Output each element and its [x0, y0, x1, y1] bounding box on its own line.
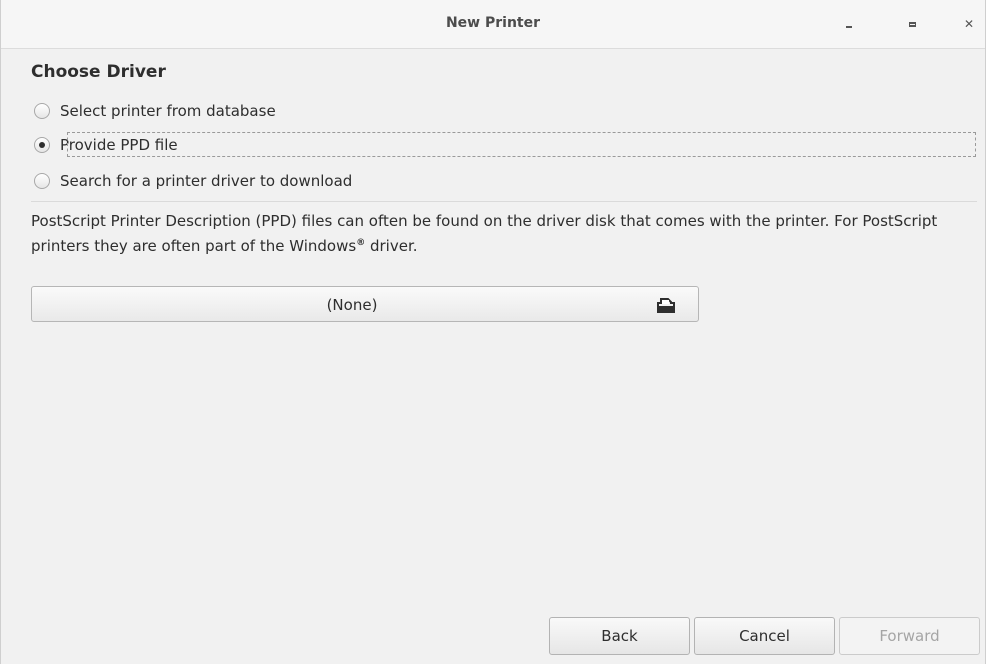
- file-chooser-value: (None): [326, 296, 378, 314]
- cancel-button[interactable]: Cancel: [694, 617, 835, 655]
- close-icon: ✕: [963, 17, 975, 31]
- separator: [31, 201, 977, 202]
- description-text: PostScript Printer Description (PPD) fil…: [31, 212, 938, 255]
- title-bar[interactable]: New Printer ✕: [1, 0, 985, 49]
- radio-label: Provide PPD file: [60, 136, 178, 154]
- radio-label: Select printer from database: [60, 102, 276, 120]
- maximize-icon: [908, 21, 916, 27]
- registered-mark: ®: [356, 238, 366, 248]
- new-printer-dialog: New Printer ✕ Choose Driver Select print…: [0, 0, 986, 664]
- close-button[interactable]: ✕: [959, 14, 979, 34]
- radio-button[interactable]: [34, 173, 50, 189]
- minimize-button[interactable]: [839, 14, 859, 34]
- page-title: Choose Driver: [31, 62, 166, 82]
- focus-indicator: [67, 132, 976, 157]
- open-document-icon: [657, 297, 675, 313]
- radio-provide-ppd-file[interactable]: Provide PPD file: [34, 132, 178, 158]
- forward-button[interactable]: Forward: [839, 617, 980, 655]
- radio-button[interactable]: [34, 137, 50, 153]
- minimize-icon: [846, 26, 852, 28]
- radio-label: Search for a printer driver to download: [60, 172, 353, 190]
- radio-select-from-database[interactable]: Select printer from database: [34, 98, 276, 124]
- ppd-file-chooser-button[interactable]: (None): [31, 286, 699, 322]
- description-end: driver.: [369, 237, 418, 255]
- back-button[interactable]: Back: [549, 617, 690, 655]
- window-title: New Printer: [445, 15, 541, 31]
- radio-search-driver-download[interactable]: Search for a printer driver to download: [34, 168, 352, 194]
- maximize-button[interactable]: [902, 14, 922, 34]
- ppd-description: PostScript Printer Description (PPD) fil…: [31, 209, 961, 259]
- radio-button[interactable]: [34, 103, 50, 119]
